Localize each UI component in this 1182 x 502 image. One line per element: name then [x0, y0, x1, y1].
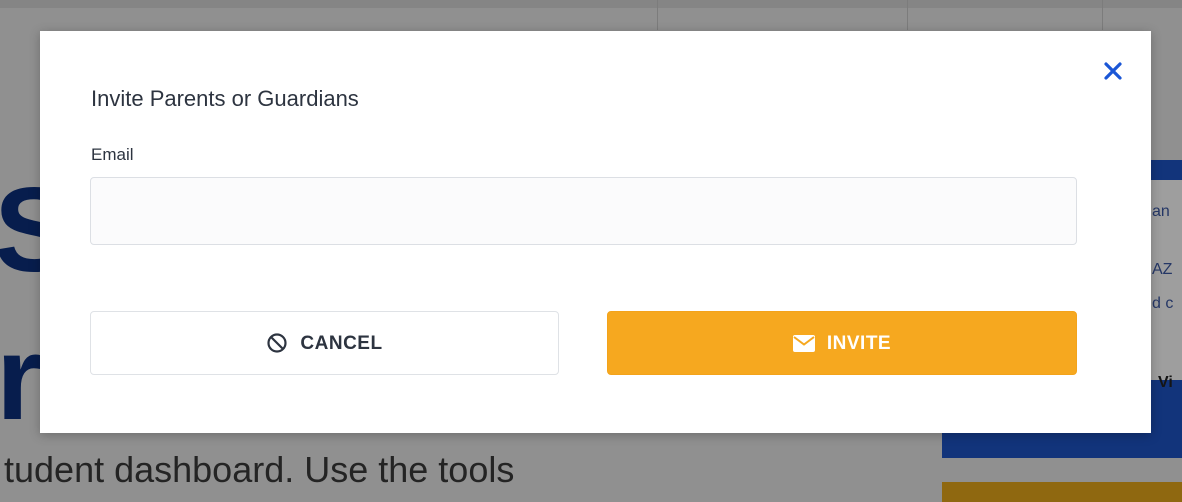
invite-button[interactable]: INVITE: [607, 311, 1077, 375]
close-icon: [1103, 61, 1123, 81]
close-button[interactable]: [1101, 59, 1125, 83]
screen: S r tudent dashboard. Use the tools an A…: [0, 0, 1182, 502]
modal-title: Invite Parents or Guardians: [91, 86, 359, 111]
cancel-button-label: CANCEL: [300, 332, 383, 354]
ban-icon: [266, 332, 288, 354]
envelope-icon: [792, 334, 815, 352]
email-label: Email: [91, 145, 134, 164]
email-input[interactable]: [90, 177, 1077, 245]
invite-button-label: INVITE: [826, 332, 892, 354]
cancel-button[interactable]: CANCEL: [90, 311, 559, 375]
